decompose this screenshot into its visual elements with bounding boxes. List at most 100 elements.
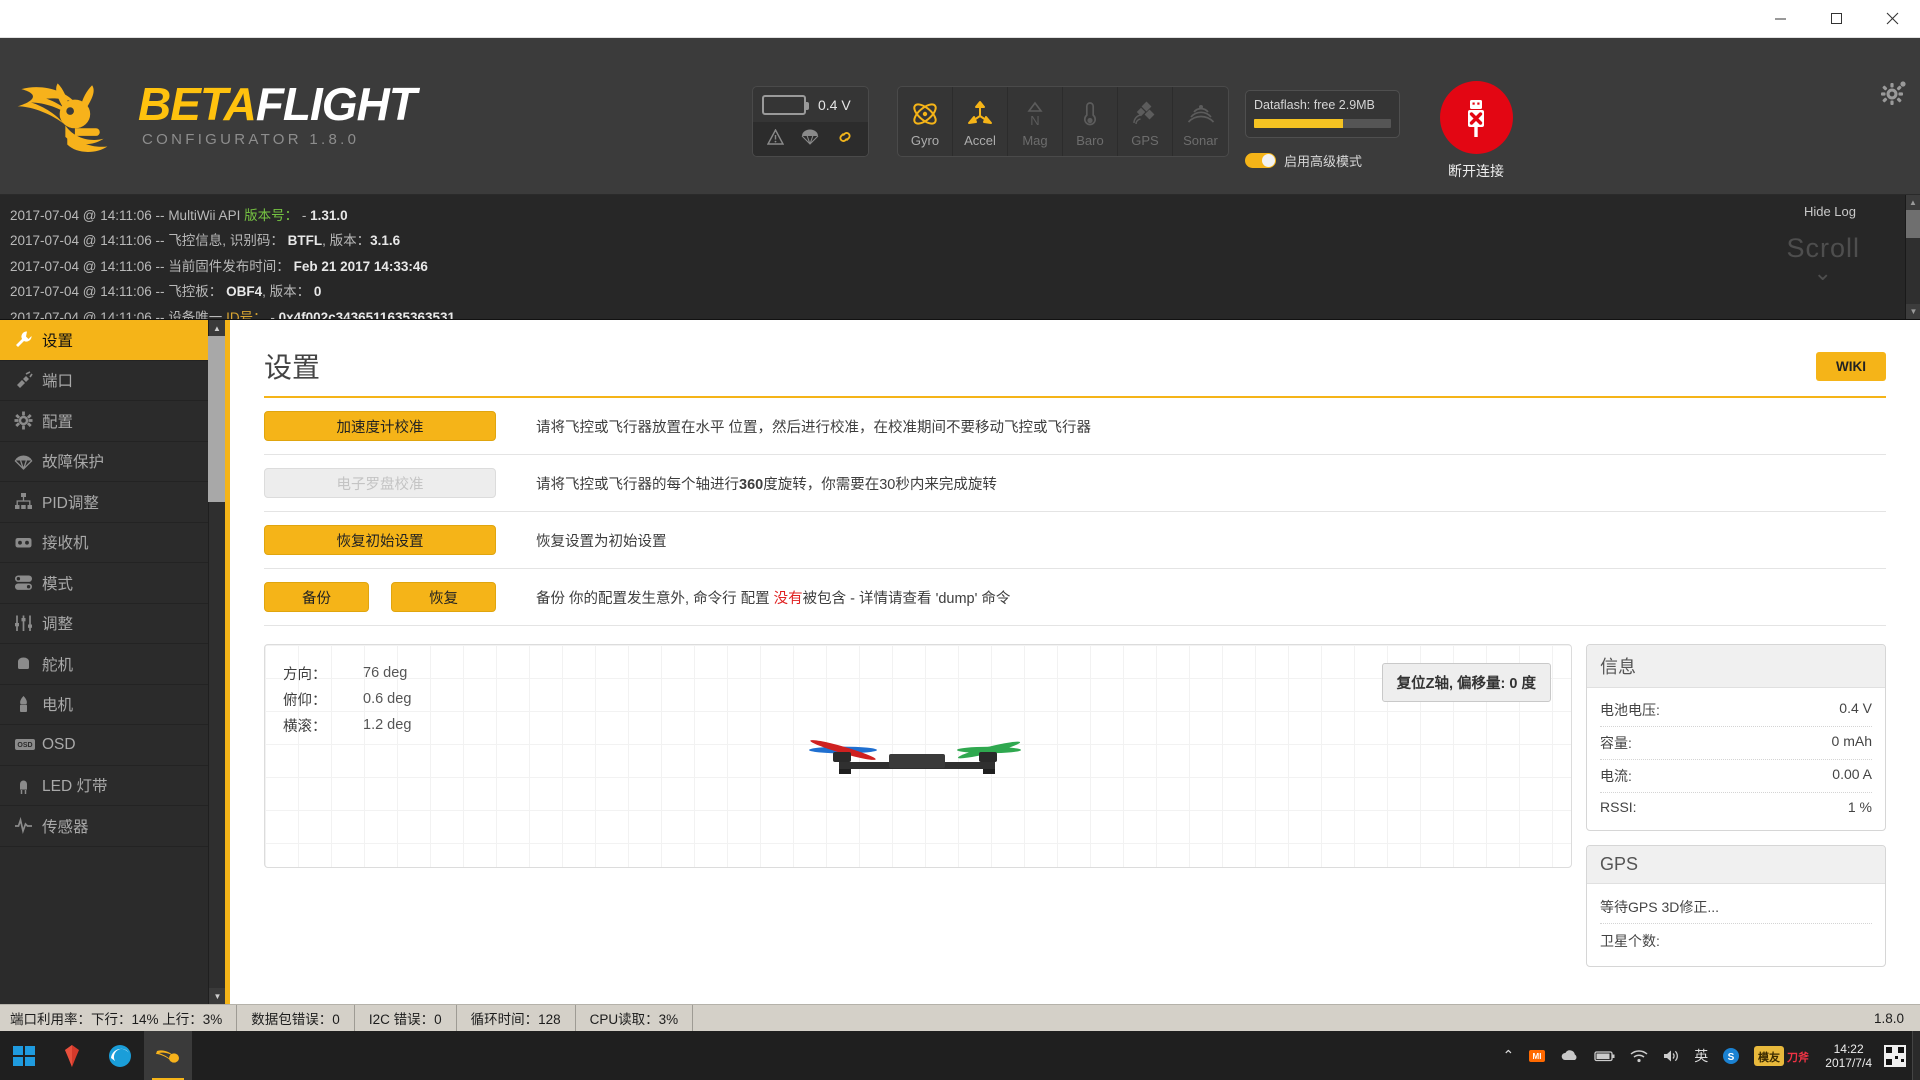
show-desktop-button[interactable] <box>1912 1031 1920 1080</box>
calibrate-accelerometer-button[interactable]: 加速度计校准 <box>264 411 496 441</box>
roll-label: 横滚： <box>283 718 327 735</box>
brand-flight: FLIGHT <box>255 78 417 130</box>
parachute-icon <box>14 452 42 471</box>
log-line: 2017-07-04 @ 14:11:06 -- 设备唯一 ID号： - 0x4… <box>10 305 1920 320</box>
qr-icon[interactable] <box>1884 1044 1906 1067</box>
status-version: 1.8.0 <box>1873 1010 1904 1026</box>
speaker-icon[interactable] <box>1655 1048 1687 1064</box>
sidebar-scrollbar[interactable]: ▲ ▼ <box>208 320 225 1004</box>
attitude-heading-row: 方向： 76 deg <box>283 661 411 685</box>
sidebar-item-configuration[interactable]: 配置 <box>0 401 225 442</box>
battery-voltage-value: 0.4 V <box>818 97 851 113</box>
taskbar-clock[interactable]: 14:22 2017/7/4 <box>1817 1042 1880 1070</box>
sidebar-item-pid-tuning[interactable]: PID调整 <box>0 482 225 523</box>
svg-text:S: S <box>1728 1052 1735 1063</box>
configurator-version: CONFIGURATOR 1.8.0 <box>142 131 360 148</box>
usb-disconnect-icon <box>1468 99 1484 137</box>
clock-time: 14:22 <box>1833 1041 1864 1056</box>
wiki-button[interactable]: WIKI <box>1816 351 1886 381</box>
backup-button[interactable]: 备份 <box>264 582 369 612</box>
sidebar-label: OSD <box>42 735 76 753</box>
status-cycle-time: 循环时间：128 <box>457 1005 576 1031</box>
info-panel-title: 信息 <box>1587 645 1885 688</box>
scroll-down-icon[interactable]: ▼ <box>209 988 225 1004</box>
sidebar-scrollbar-thumb[interactable] <box>208 336 225 502</box>
advanced-mode-toggle[interactable]: 启用高级模式 <box>1245 151 1400 170</box>
sidebar-item-osd[interactable]: OSD OSD <box>0 725 225 766</box>
status-i2c-errors: I2C 错误：0 <box>355 1005 457 1031</box>
lower-section: 方向： 76 deg 俯仰： 0.6 deg 横滚： 1.2 deg 复位Z轴,… <box>264 644 1886 967</box>
scroll-hint: Scroll ⌄ <box>1786 233 1860 286</box>
scroll-down-icon[interactable]: ▼ <box>1906 304 1920 319</box>
minimize-button[interactable] <box>1752 0 1808 38</box>
log-scrollbar[interactable]: ▲ ▼ <box>1905 195 1920 319</box>
sidebar-item-led-strip[interactable]: LED 灯带 <box>0 766 225 806</box>
svg-text:刀斧: 刀斧 <box>1787 1050 1810 1064</box>
sidebar-item-settings[interactable]: 设置 <box>0 320 225 361</box>
system-tray: ⌃ MI 英 S 模友 刀斧 14:22 2017/7/4 <box>1496 1042 1912 1070</box>
status-cpu-load: CPU读取：3% <box>576 1005 694 1031</box>
log-time: 2017-07-04 @ 14:11:06 -- <box>10 309 169 320</box>
reset-settings-button[interactable]: 恢复初始设置 <box>264 525 496 555</box>
calibrate-magnetometer-button[interactable]: 电子罗盘校准 <box>264 468 496 498</box>
taskbar-betaflight-icon[interactable] <box>144 1031 192 1080</box>
scroll-up-icon[interactable]: ▲ <box>209 320 225 336</box>
status-port-utilization: 端口利用率：下行：14% 上行：3% <box>0 1005 238 1031</box>
pitch-value: 0.6 deg <box>363 691 412 707</box>
page-title: 设置 <box>264 352 321 383</box>
log-line: 2017-07-04 @ 14:11:06 -- 飞控信息, 识别码： BTFL… <box>10 228 1920 253</box>
connect-group[interactable]: 断开连接 <box>1437 81 1515 181</box>
heading-label: 方向： <box>283 666 327 683</box>
sogou-icon[interactable]: S <box>1715 1047 1747 1065</box>
sidebar-item-motors[interactable]: 电机 <box>0 685 225 725</box>
log-bold2: 0 <box>313 284 322 300</box>
log-bold: 1.31.0 <box>310 208 348 223</box>
windows-taskbar: ⌃ MI 英 S 模友 刀斧 14:22 2017/7/4 <box>0 1031 1920 1080</box>
sidebar-label: 电机 <box>42 697 74 715</box>
sidebar-item-adjustments[interactable]: 调整 <box>0 604 225 644</box>
info-label: 电池电压: <box>1600 702 1660 718</box>
windows-start-icon[interactable] <box>0 1031 48 1080</box>
pulse-icon <box>14 816 42 835</box>
bee-icon <box>17 83 108 152</box>
log-panel: 2017-07-04 @ 14:11:06 -- MultiWii API 版本… <box>0 195 1920 320</box>
desc-pre: 备份 你的配置发生意外, 命令行 配置 <box>536 590 774 607</box>
wifi-icon[interactable] <box>1623 1049 1655 1063</box>
gps-panel: GPS 等待GPS 3D修正... 卫星个数: <box>1586 845 1886 967</box>
maximize-button[interactable] <box>1808 0 1864 38</box>
hide-log-button[interactable]: Hide Log <box>1804 204 1856 219</box>
log-line: 2017-07-04 @ 14:11:06 -- 飞控板： OBF4, 版本： … <box>10 279 1920 304</box>
settings-gear-icon[interactable] <box>1878 80 1906 111</box>
taskbar-edge-icon[interactable] <box>96 1031 144 1080</box>
forum-icon[interactable]: 模友 刀斧 <box>1747 1045 1817 1067</box>
sidebar-item-servos[interactable]: 舵机 <box>0 644 225 685</box>
scroll-up-icon[interactable]: ▲ <box>1906 195 1920 210</box>
sidebar-item-failsafe[interactable]: 故障保护 <box>0 442 225 482</box>
battery-icon[interactable] <box>1587 1049 1623 1063</box>
sidebar-item-ports[interactable]: 端口 <box>0 361 225 401</box>
sidebar-item-sensors[interactable]: 传感器 <box>0 806 225 847</box>
disconnect-button[interactable] <box>1439 81 1513 154</box>
info-row: 电流: 0.00 A <box>1600 760 1872 793</box>
log-scrollbar-thumb[interactable] <box>1906 210 1920 238</box>
wrench-icon <box>14 330 42 349</box>
svg-text:OSD: OSD <box>17 742 32 749</box>
sidebar-item-receiver[interactable]: 接收机 <box>0 523 225 563</box>
taskbar-firefox-icon[interactable] <box>48 1031 96 1080</box>
mi-icon[interactable]: MI <box>1521 1047 1553 1065</box>
dataflash-label: Dataflash: free 2.9MB <box>1254 98 1375 112</box>
restore-button[interactable]: 恢复 <box>391 582 496 612</box>
gps-icon <box>1130 96 1160 131</box>
ime-icon[interactable]: 英 <box>1687 1046 1715 1066</box>
toggle-switch[interactable] <box>1245 153 1276 168</box>
reset-settings-desc: 恢复设置为初始设置 <box>536 533 667 550</box>
chevron-up-icon[interactable]: ⌃ <box>1496 1047 1522 1064</box>
cloud-icon[interactable] <box>1553 1048 1587 1064</box>
sensor-gyro: Gyro <box>898 87 953 156</box>
reset-z-axis-button[interactable]: 复位Z轴, 偏移量: 0 度 <box>1381 663 1551 702</box>
sidebar-item-modes[interactable]: 模式 <box>0 563 225 604</box>
sensor-sonar-label: Sonar <box>1183 133 1218 148</box>
close-button[interactable] <box>1864 0 1920 38</box>
window-titlebar <box>0 0 1920 38</box>
info-value: 0 mAh <box>1831 733 1872 749</box>
